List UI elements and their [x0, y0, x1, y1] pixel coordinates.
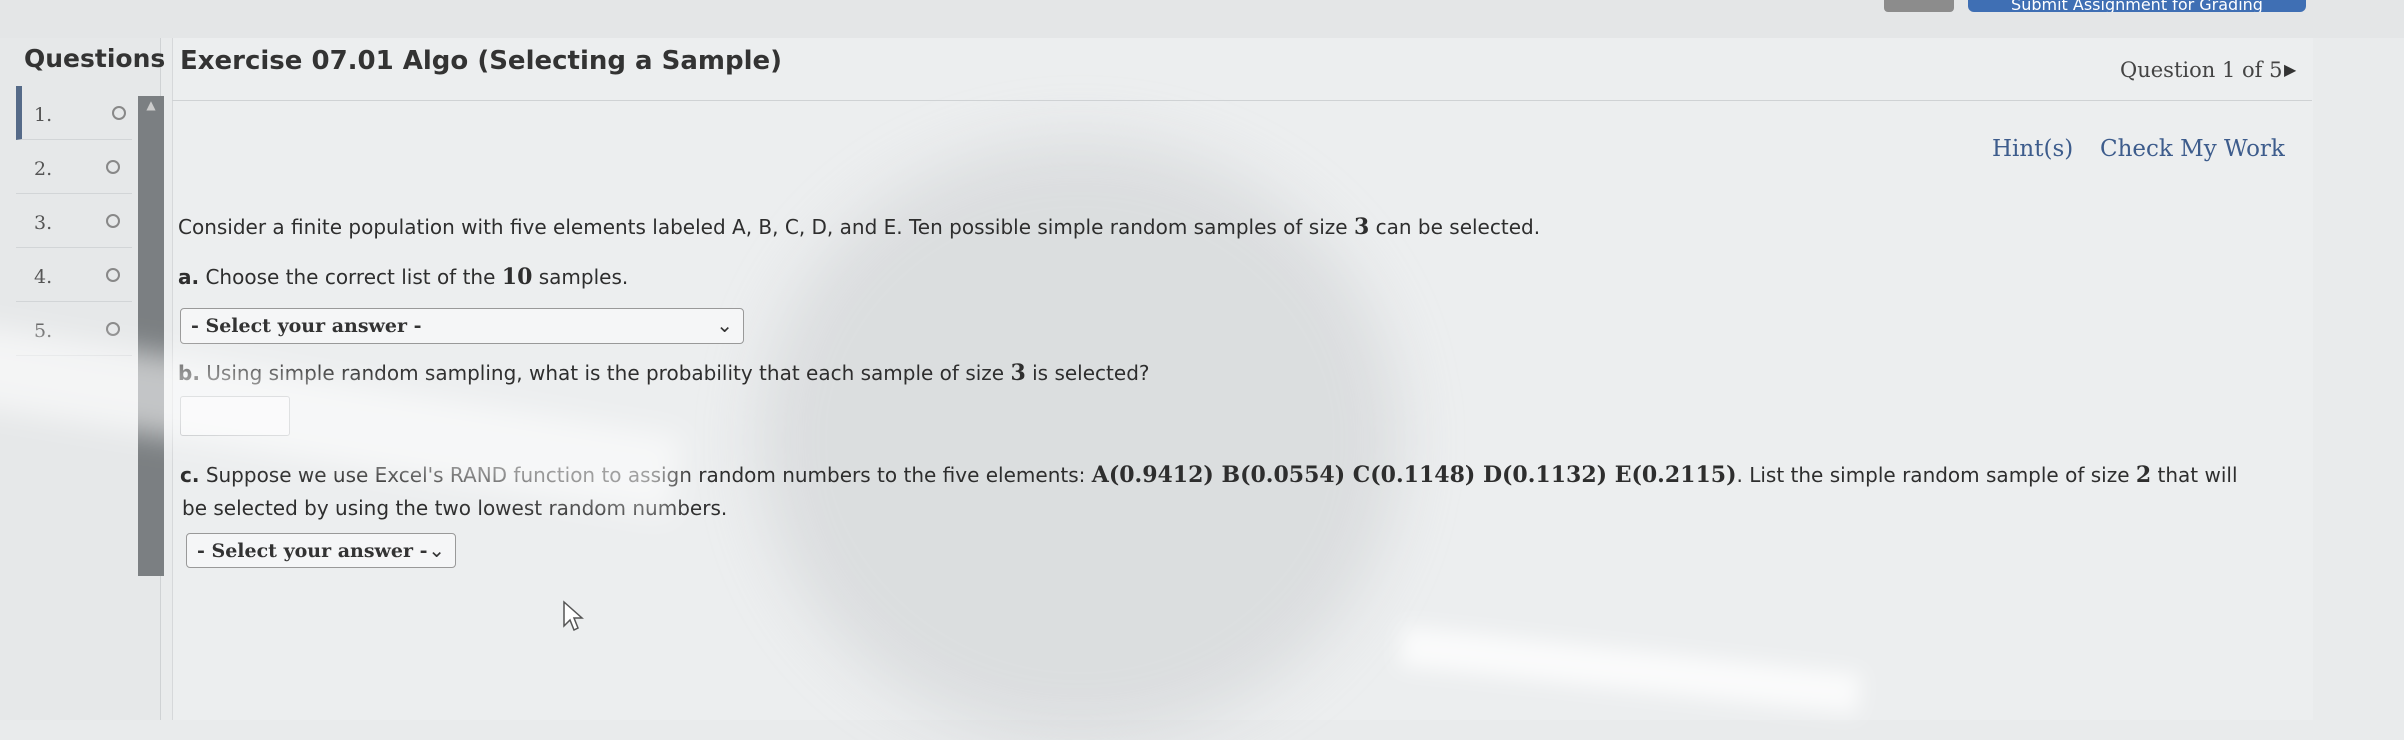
question-counter: Question 1 of 5	[2120, 58, 2283, 82]
question-number: 3.	[34, 212, 53, 234]
status-circle-icon	[106, 214, 120, 228]
exercise-title: Exercise 07.01 Algo (Selecting a Sample)	[180, 46, 783, 76]
sample-size-value: 2	[2135, 462, 2152, 488]
top-bar: Submit Assignment for Grading	[0, 0, 2404, 38]
part-c-answer-select[interactable]: - Select your answer - ⌄	[186, 533, 456, 568]
part-b-text-end: is selected?	[1032, 361, 1150, 385]
part-a-text-end: samples.	[538, 265, 629, 289]
status-circle-icon	[112, 106, 126, 120]
mouse-cursor-icon	[563, 600, 584, 632]
questions-title: Questions	[24, 44, 166, 73]
question-number: 1.	[34, 104, 53, 126]
questions-scrollbar[interactable]	[138, 96, 164, 576]
header-divider	[172, 100, 2312, 101]
chevron-down-icon: ⌄	[428, 538, 445, 562]
part-c-text-2: . List the simple random sample of size	[1736, 463, 2130, 487]
status-circle-icon	[106, 268, 120, 282]
question-intro: Consider a finite population with five e…	[178, 214, 1540, 240]
status-circle-icon	[106, 160, 120, 174]
random-numbers-expression: A(0.9412) B(0.0554) C(0.1148) D(0.1132) …	[1091, 462, 1737, 488]
part-a-label: a.	[178, 265, 200, 289]
caret-right-icon[interactable]: ▶	[2284, 60, 2296, 79]
select-placeholder: - Select your answer -	[191, 315, 422, 337]
select-placeholder: - Select your answer -	[197, 540, 428, 562]
top-grey-button[interactable]	[1884, 0, 1954, 12]
scroll-up-icon[interactable]: ▲	[138, 96, 164, 114]
chevron-down-icon: ⌄	[716, 313, 733, 337]
intro-text-end: can be selected.	[1375, 215, 1541, 239]
part-c-label: c.	[180, 463, 200, 487]
sample-count-value: 10	[501, 264, 533, 290]
question-list: 1. 2. 3. 4. 5.	[16, 86, 132, 356]
hints-link[interactable]: Hint(s)	[1992, 136, 2073, 162]
check-my-work-link[interactable]: Check My Work	[2100, 136, 2285, 162]
submit-button[interactable]: Submit Assignment for Grading	[1968, 0, 2306, 12]
question-item-3[interactable]: 3.	[16, 194, 132, 248]
part-a-text: Choose the correct list of the	[205, 265, 496, 289]
status-circle-icon	[106, 322, 120, 336]
question-item-1[interactable]: 1.	[16, 86, 132, 140]
question-number: 2.	[34, 158, 53, 180]
intro-text: Consider a finite population with five e…	[178, 215, 1348, 239]
part-c-text-end: that will	[2157, 463, 2238, 487]
question-item-4[interactable]: 4.	[16, 248, 132, 302]
question-item-2[interactable]: 2.	[16, 140, 132, 194]
question-number: 4.	[34, 266, 53, 288]
part-a-answer-select[interactable]: - Select your answer - ⌄	[180, 308, 744, 344]
sample-size-value: 3	[1353, 214, 1370, 240]
part-a-prompt: a. Choose the correct list of the 10 sam…	[178, 264, 628, 290]
sample-size-value: 3	[1010, 360, 1026, 386]
